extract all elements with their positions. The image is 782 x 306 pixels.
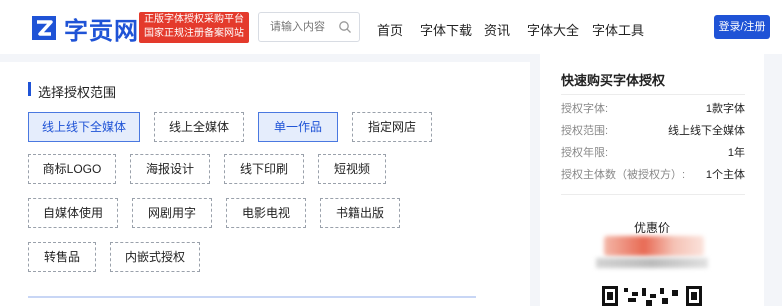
login-register-button[interactable]: 登录/注册 xyxy=(714,15,770,39)
top-header: 字贡网 正版字体授权采购平台 国家正规注册备案网站 首页 字体下载 资讯 字体大… xyxy=(0,0,782,54)
scope-option-book-publishing[interactable]: 书籍出版 xyxy=(320,198,400,228)
scope-option-resale[interactable]: 转售品 xyxy=(28,242,96,272)
discount-price-label: 优惠价 xyxy=(633,221,670,235)
section-accent-bar xyxy=(28,82,31,96)
summary-label-font: 授权字体: xyxy=(561,103,609,115)
section-divider xyxy=(28,296,476,298)
scope-option-film-tv[interactable]: 电影电视 xyxy=(226,198,306,228)
summary-value-entities: 1个主体 xyxy=(705,169,745,181)
scope-option-trademark-logo[interactable]: 商标LOGO xyxy=(28,154,116,184)
search-box[interactable] xyxy=(258,12,360,42)
promo-line-1: 正版字体授权采购平台 xyxy=(144,14,244,25)
nav-news[interactable]: 资讯 xyxy=(484,20,510,39)
original-price-blurred xyxy=(596,258,708,268)
nav-font-tools[interactable]: 字体工具 xyxy=(592,20,644,39)
scope-option-web-drama[interactable]: 网剧用字 xyxy=(132,198,212,228)
scope-option-poster-design[interactable]: 海报设计 xyxy=(130,154,210,184)
scope-option-online-media[interactable]: 线上全媒体 xyxy=(154,112,244,142)
summary-label-entities: 授权主体数（被授权方）: xyxy=(561,169,686,181)
scope-option-single-work[interactable]: 单一作品 xyxy=(258,112,338,142)
nav-home[interactable]: 首页 xyxy=(377,20,403,39)
promo-line-2: 国家正规注册备案网站 xyxy=(144,28,244,39)
scope-option-embedded[interactable]: 内嵌式授权 xyxy=(110,242,200,272)
nav-font-collection[interactable]: 字体大全 xyxy=(527,20,579,39)
summary-value-years: 1年 xyxy=(727,147,745,159)
summary-label-scope: 授权范围: xyxy=(561,125,609,137)
summary-label-years: 授权年限: xyxy=(561,147,609,159)
quick-buy-title: 快速购买字体授权 xyxy=(561,73,666,88)
logo-icon[interactable] xyxy=(28,12,60,44)
search-input[interactable] xyxy=(259,13,339,41)
scope-option-short-video[interactable]: 短视频 xyxy=(318,154,386,184)
summary-value-font: 1款字体 xyxy=(705,103,745,115)
scope-option-all-media[interactable]: 线上线下全媒体 xyxy=(28,112,140,142)
summary-value-scope: 线上线下全媒体 xyxy=(668,125,745,137)
logo-text[interactable]: 字贡网 xyxy=(64,11,139,46)
promo-badge: 正版字体授权采购平台 国家正规注册备案网站 xyxy=(139,12,249,43)
nav-font-download[interactable]: 字体下载 xyxy=(420,20,472,39)
price-value-blurred xyxy=(604,236,704,256)
qr-code-icon xyxy=(602,286,702,306)
license-scope-panel: 选择授权范围 线上线下全媒体 线上全媒体 单一作品 指定网店 商标LOGO 海报… xyxy=(0,62,530,306)
scope-option-designated-shop[interactable]: 指定网店 xyxy=(352,112,432,142)
divider xyxy=(561,194,745,195)
scope-option-self-media[interactable]: 自媒体使用 xyxy=(28,198,118,228)
quick-buy-panel: 快速购买字体授权 授权字体: 1款字体 授权范围: 线上线下全媒体 授权年限: … xyxy=(540,54,764,306)
section-title: 选择授权范围 xyxy=(38,85,117,100)
scope-option-offline-print[interactable]: 线下印刷 xyxy=(224,154,304,184)
search-icon[interactable] xyxy=(338,20,352,34)
divider xyxy=(561,94,745,95)
